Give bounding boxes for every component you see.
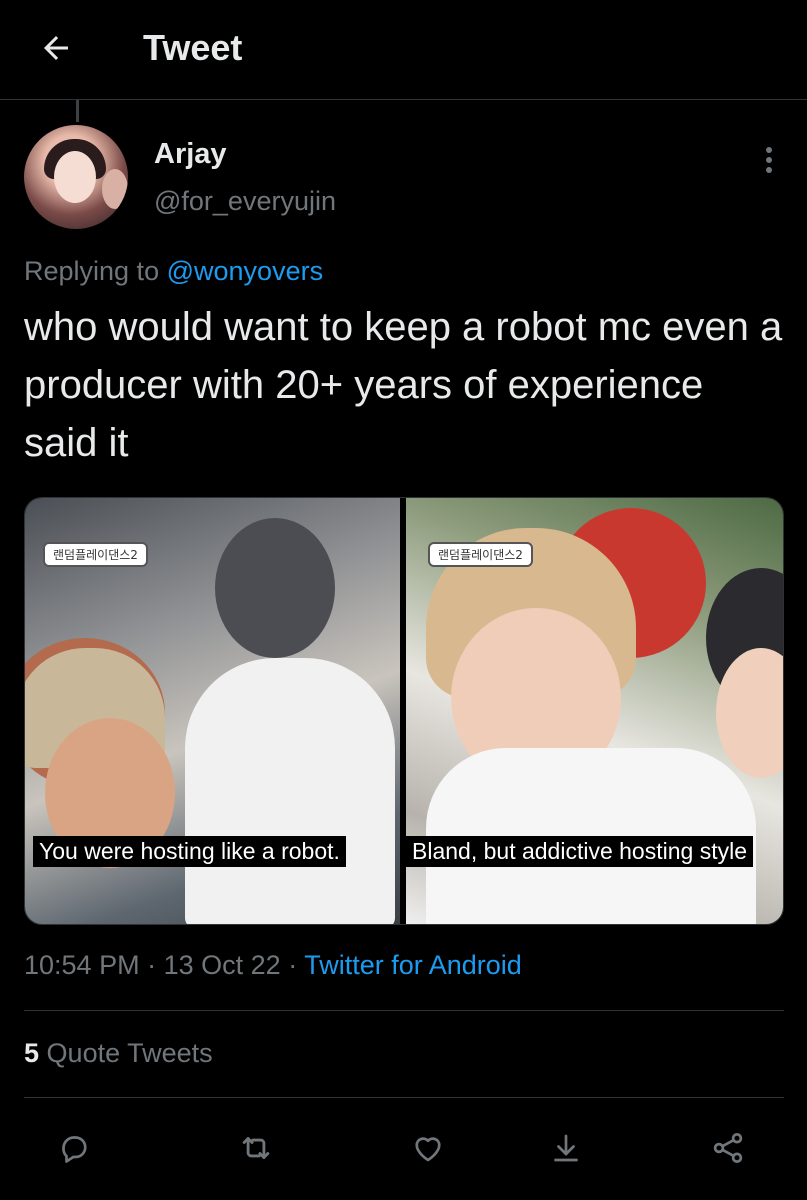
thread-connector-line [76, 100, 79, 122]
replying-to-label: Replying to [24, 256, 160, 286]
back-button[interactable] [34, 26, 78, 70]
reply-icon [62, 1136, 87, 1163]
tweet-timestamp: 10:54 PM · 13 Oct 22 · Twitter for Andro… [24, 950, 522, 981]
top-bar: Tweet [0, 0, 807, 100]
tweet-date: 13 Oct 22 [163, 950, 281, 980]
divider [24, 1010, 784, 1011]
replying-to: Replying to @wonyovers [24, 256, 323, 287]
retweet-icon [242, 1137, 270, 1159]
retweet-button[interactable] [228, 1120, 284, 1176]
media-photo-2[interactable]: 랜덤플레이댄스2 Bland, but addictive hosting st… [406, 498, 783, 924]
more-options-button[interactable] [752, 140, 786, 180]
author-handle[interactable]: @for_everyujin [154, 186, 336, 217]
share-button[interactable] [700, 1120, 756, 1176]
quote-tweets-stat[interactable]: 5 Quote Tweets [24, 1038, 213, 1069]
reply-button[interactable] [46, 1120, 102, 1176]
page-title: Tweet [143, 27, 243, 68]
reply-target-link[interactable]: @wonyovers [167, 256, 323, 286]
share-icon [713, 1133, 743, 1163]
arrow-left-icon [44, 36, 68, 60]
tweet-time: 10:54 PM [24, 950, 140, 980]
action-bar [24, 1120, 784, 1176]
avatar[interactable] [24, 125, 128, 229]
media-badge: 랜덤플레이댄스2 [428, 542, 533, 567]
divider [24, 1097, 784, 1098]
bookmark-icon [554, 1134, 578, 1162]
quote-label: Quote Tweets [46, 1038, 213, 1068]
like-button[interactable] [400, 1120, 456, 1176]
like-icon [415, 1137, 441, 1162]
media-badge: 랜덤플레이댄스2 [43, 542, 148, 567]
meta-separator: · [147, 950, 157, 980]
media-photo-1[interactable]: 랜덤플레이댄스2 You were hosting like a robot. [25, 498, 400, 924]
meta-separator: · [288, 950, 298, 980]
media-grid: 랜덤플레이댄스2 You were hosting like a robot. … [24, 497, 784, 925]
tweet-text: who would want to keep a robot mc even a… [24, 305, 783, 465]
tweet-source-link[interactable]: Twitter for Android [304, 950, 522, 980]
author-name[interactable]: Arjay [154, 138, 227, 171]
more-vertical-icon [766, 147, 772, 173]
bookmark-button[interactable] [538, 1120, 594, 1176]
quote-count: 5 [24, 1038, 40, 1068]
media-caption: You were hosting like a robot. [33, 836, 346, 867]
tweet-detail-page: Tweet Arjay @for_everyujin Replying to @… [0, 0, 807, 1200]
media-caption: Bland, but addictive hosting style [406, 836, 753, 867]
